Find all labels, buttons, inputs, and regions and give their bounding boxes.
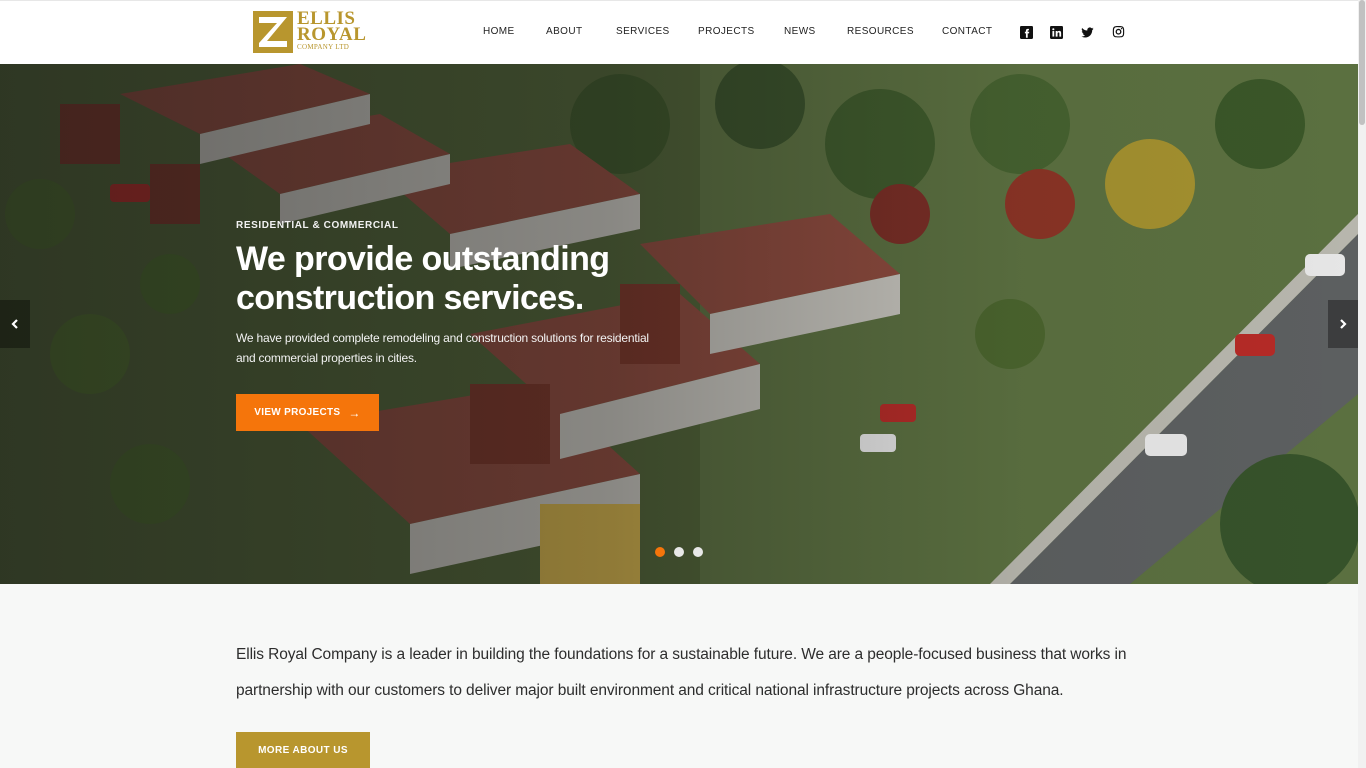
slider-dot-3[interactable] [693,547,703,557]
about-text: Ellis Royal Company is a leader in build… [236,646,1127,699]
logo-text: ELLIS ROYAL COMPANY LTD [297,9,367,52]
hero-background-image [0,64,1358,584]
logo-mark-icon [253,11,293,53]
hero-caption: RESIDENTIAL & COMMERCIAL We provide outs… [236,220,656,368]
instagram-icon[interactable] [1111,25,1126,40]
nav-services[interactable]: SERVICES [616,26,670,37]
linkedin-icon[interactable] [1049,25,1064,40]
facebook-icon[interactable] [1019,25,1034,40]
nav-news[interactable]: NEWS [784,26,816,37]
twitter-icon[interactable] [1080,25,1095,40]
scrollbar-thumb[interactable] [1359,0,1365,125]
more-about-us-button[interactable]: MORE ABOUT US [236,732,370,768]
site-header: ELLIS ROYAL COMPANY LTD HOME ABOUT SERVI… [0,0,1358,64]
hero-title: We provide outstanding construction serv… [236,240,610,317]
nav-about[interactable]: ABOUT [546,26,582,37]
chevron-left-icon [11,319,18,329]
logo-line-2: ROYAL [297,24,367,45]
about-intro: Ellis Royal Company is a leader in build… [236,637,1136,709]
arrow-right-icon: → [348,405,361,420]
view-projects-button[interactable]: VIEW PROJECTS → [236,394,379,431]
hero-slider: RESIDENTIAL & COMMERCIAL We provide outs… [0,64,1358,584]
nav-projects[interactable]: PROJECTS [698,26,755,37]
hero-subtitle: We have provided complete remodeling and… [236,331,649,365]
slider-dot-1[interactable] [655,547,665,557]
slider-next-button[interactable] [1328,300,1358,348]
slider-prev-button[interactable] [0,300,30,348]
nav-contact[interactable]: CONTACT [942,26,992,37]
nav-resources[interactable]: RESOURCES [847,26,914,37]
chevron-right-icon [1340,319,1347,329]
view-projects-label: VIEW PROJECTS [254,407,341,418]
nav-home[interactable]: HOME [483,26,515,37]
slider-dot-2[interactable] [674,547,684,557]
hero-kicker: RESIDENTIAL & COMMERCIAL [236,220,399,231]
site-logo[interactable]: ELLIS ROYAL COMPANY LTD [253,9,366,55]
slider-dots [655,547,703,557]
page-scrollbar[interactable] [1358,0,1366,768]
